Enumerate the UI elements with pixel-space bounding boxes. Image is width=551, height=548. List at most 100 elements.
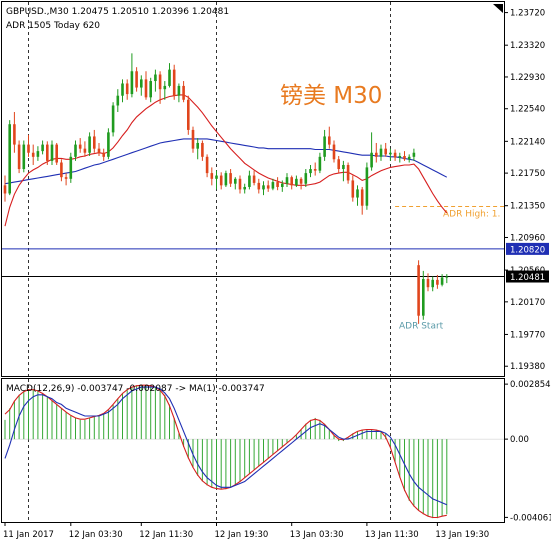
candle-body: [74, 144, 77, 157]
candle-body: [31, 152, 35, 157]
candle-body: [407, 156, 411, 160]
candle-body: [177, 85, 181, 96]
price-tick-label: 1.20170: [510, 298, 545, 308]
candle-body: [365, 167, 369, 206]
candle-body: [55, 144, 58, 163]
price-tick-label: 1.20960: [510, 233, 545, 243]
candle-body: [83, 148, 87, 153]
candle-body: [182, 85, 185, 100]
candle-body: [328, 136, 331, 145]
time-tick-label: 13 Jan 19:30: [435, 530, 489, 540]
price-tick-label: 1.19770: [510, 330, 545, 340]
candle-body: [196, 142, 199, 149]
candle-body: [187, 99, 190, 130]
candle-body: [3, 185, 7, 194]
candle-body: [248, 175, 251, 187]
symbol-header: GBPUSD.,M30 1.20475 1.20510 1.20396 1.20…: [6, 7, 229, 17]
candle-body: [351, 180, 355, 198]
candle-body: [337, 159, 340, 170]
candle-body: [13, 124, 16, 145]
macd-panel-frame: [1, 378, 505, 523]
candle-body: [234, 178, 237, 184]
time-tick-label: 13 Jan 11:30: [365, 530, 419, 540]
candle-body: [191, 129, 195, 149]
candle-body: [290, 177, 293, 186]
candle-body: [36, 151, 40, 157]
candle-body: [379, 148, 383, 157]
time-tick-label: 12 Jan 19:30: [215, 530, 269, 540]
candle-body: [318, 156, 322, 171]
candle-body: [238, 178, 242, 190]
candle-body: [384, 148, 387, 155]
macd-tick-label: 0.002854: [510, 380, 551, 390]
candle-body: [163, 85, 167, 90]
candle-body: [201, 142, 204, 157]
candle-body: [445, 276, 449, 278]
candle-body: [252, 175, 256, 183]
candle-body: [219, 175, 223, 186]
candle-body: [262, 185, 265, 190]
candle-body: [154, 74, 157, 82]
candle-body: [323, 136, 326, 157]
candle-body: [78, 144, 82, 149]
candle-body: [229, 173, 232, 184]
macd-tick-label: -0.004061: [510, 513, 551, 523]
time-tick-label: 12 Jan 11:30: [139, 530, 193, 540]
candle-body: [22, 144, 26, 170]
candle-body: [121, 83, 124, 96]
candle-body: [168, 69, 171, 86]
candle-body: [266, 185, 270, 189]
time-tick-label: 13 Jan 03:30: [290, 530, 344, 540]
candle-body: [97, 148, 101, 153]
candle-body: [426, 279, 430, 288]
candle-body: [422, 279, 425, 316]
candle-body: [205, 156, 209, 174]
candle-body: [389, 152, 392, 155]
price-tick-label: 1.20560: [510, 266, 545, 276]
candle-body: [412, 152, 416, 157]
candle-body: [375, 152, 378, 157]
candle-body: [398, 156, 402, 158]
candle-body: [60, 162, 63, 178]
price-tick-label: 1.22930: [510, 73, 545, 83]
candle-body: [102, 152, 105, 157]
candle-body: [276, 182, 279, 187]
adr-header: ADR 1505 Today 620: [6, 21, 100, 31]
price-tick-label: 1.21750: [510, 169, 545, 179]
candle-body: [271, 182, 275, 189]
chart-watermark: 镑美 M30: [280, 83, 382, 109]
candle-body: [224, 173, 228, 186]
candle-body: [299, 178, 303, 184]
candle-body: [342, 164, 345, 170]
price-tag-label: 1.20820: [510, 245, 545, 255]
candle-body: [41, 144, 44, 152]
candle-body: [215, 175, 218, 179]
candle-body: [356, 189, 359, 198]
price-tick-label: 1.22140: [510, 137, 545, 147]
candle-body: [88, 136, 91, 153]
chart-svg: ADR High: 1.ADR Start 1.208201.204811.23…: [1, 1, 551, 540]
candle-body: [135, 71, 138, 88]
candle-body: [417, 265, 420, 316]
candle-body: [243, 186, 246, 190]
candle-body: [107, 132, 110, 157]
candle-body: [8, 124, 11, 194]
candle-body: [158, 74, 162, 90]
price-tick-label: 1.23320: [510, 41, 545, 51]
candle-body: [50, 144, 54, 161]
candle-body: [403, 156, 406, 160]
candle-body: [27, 144, 30, 153]
macd-header: MACD(12,26,9) -0.003747 -0.002087 -> MA(…: [6, 384, 265, 394]
candle-body: [332, 144, 336, 160]
adr-start-annotation: ADR Start: [399, 321, 444, 331]
time-tick-label: 11 Jan 2017: [3, 530, 54, 540]
candle-body: [46, 144, 49, 161]
price-tick-label: 1.19380: [510, 362, 545, 372]
candle-body: [172, 69, 176, 96]
candle-body: [431, 279, 434, 288]
candle-body: [130, 71, 134, 95]
candle-body: [125, 83, 129, 95]
candle-body: [436, 279, 439, 285]
candle-body: [313, 169, 317, 171]
candle-body: [144, 79, 148, 98]
